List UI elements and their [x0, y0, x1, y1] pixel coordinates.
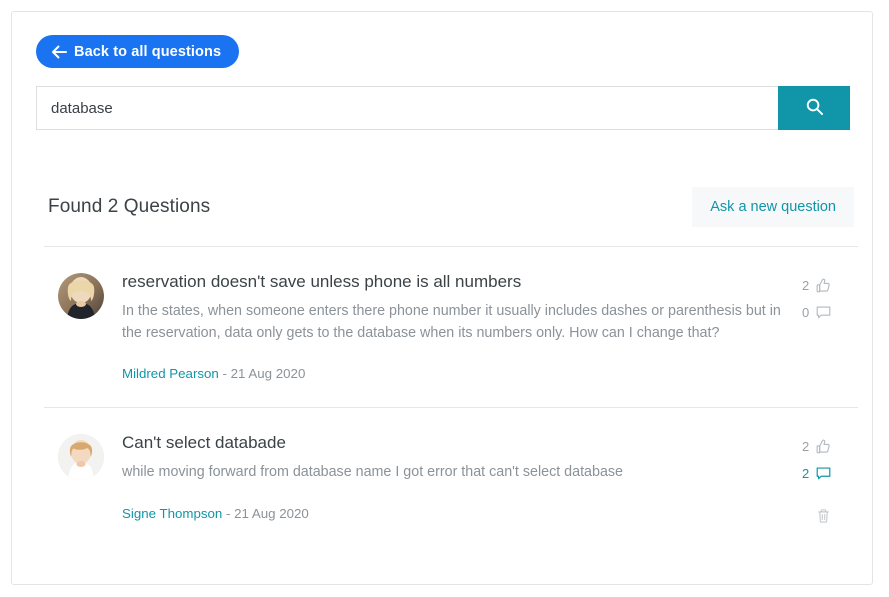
comments-count: 0 [802, 306, 809, 319]
question-body: Can't select databade while moving forwa… [122, 432, 858, 521]
questions-list: reservation doesn't save unless phone is… [44, 246, 858, 547]
avatar [58, 273, 104, 319]
delete-question-button[interactable] [802, 508, 831, 529]
question-body: reservation doesn't save unless phone is… [122, 271, 858, 381]
arrow-left-icon [51, 45, 67, 59]
found-questions-label: Found 2 Questions [48, 196, 210, 218]
question-date: 21 Aug 2020 [234, 506, 309, 521]
comment-icon [815, 304, 832, 321]
search-input[interactable] [36, 86, 778, 130]
ask-a-new-question-button[interactable]: Ask a new question [692, 187, 854, 227]
question-author-link[interactable]: Mildred Pearson [122, 366, 219, 381]
question-description: while moving forward from database name … [122, 462, 782, 483]
questions-card: Back to all questions Found 2 Questions … [11, 11, 873, 585]
question-list-item[interactable]: Can't select databade while moving forwa… [44, 407, 858, 547]
results-header: Found 2 Questions Ask a new question [48, 177, 854, 237]
question-description: In the states, when someone enters there… [122, 301, 782, 344]
question-list-item[interactable]: reservation doesn't save unless phone is… [44, 246, 858, 407]
likes-count: 2 [802, 440, 809, 453]
meta-separator: - [219, 366, 231, 381]
search-row [36, 86, 850, 130]
search-button[interactable] [778, 86, 850, 130]
comment-icon [815, 465, 832, 482]
question-stats: 2 0 [802, 277, 858, 321]
likes-stat[interactable]: 2 [802, 277, 832, 294]
back-button-label: Back to all questions [74, 44, 221, 60]
comments-stat[interactable]: 0 [802, 304, 832, 321]
question-meta: Signe Thompson - 21 Aug 2020 [122, 506, 798, 521]
question-author-link[interactable]: Signe Thompson [122, 506, 222, 521]
question-stats: 2 2 [802, 438, 858, 529]
comments-stat[interactable]: 2 [802, 465, 832, 482]
comments-count: 2 [802, 467, 809, 480]
back-to-all-questions-button[interactable]: Back to all questions [36, 35, 239, 68]
thumbs-up-icon [815, 438, 832, 455]
question-meta: Mildred Pearson - 21 Aug 2020 [122, 366, 798, 381]
question-title[interactable]: Can't select databade [122, 432, 798, 453]
trash-icon [816, 511, 831, 528]
question-date: 21 Aug 2020 [231, 366, 306, 381]
search-icon [805, 97, 824, 119]
question-title[interactable]: reservation doesn't save unless phone is… [122, 271, 798, 292]
avatar [58, 434, 104, 480]
thumbs-up-icon [815, 277, 832, 294]
likes-stat[interactable]: 2 [802, 438, 832, 455]
likes-count: 2 [802, 279, 809, 292]
meta-separator: - [222, 506, 234, 521]
